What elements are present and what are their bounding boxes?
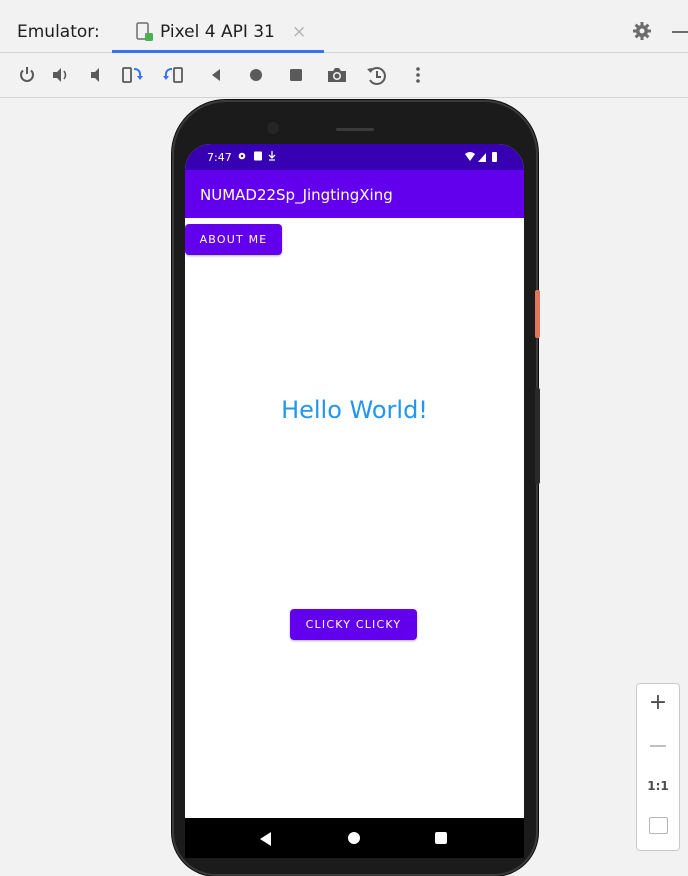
emulator-tab-bar: Emulator: Pixel 4 API 31 × [0,0,688,53]
front-camera [264,119,282,137]
status-bar: 7:47 [185,144,524,170]
zoom-out-button[interactable] [650,745,666,747]
clicky-clicky-button[interactable]: CLICKY CLICKY [290,609,417,640]
device-screen[interactable]: 7:47 NUMAD22Sp_JingtingXing ABOUT ME Hel… [185,144,524,818]
gear-icon[interactable] [632,21,652,45]
tab-title: Pixel 4 API 31 [160,22,275,42]
rotate-left-icon[interactable] [122,65,143,85]
more-icon[interactable] [408,65,428,85]
hello-world-text: Hello World! [281,396,428,424]
emulator-toolbar [0,53,688,98]
minimize-icon[interactable] [672,31,688,33]
back-icon[interactable] [207,65,227,85]
app-bar: NUMAD22Sp_JingtingXing [185,170,524,218]
status-time: 7:47 [207,151,232,164]
status-signal-battery-icons [464,151,500,166]
volume-up-icon[interactable] [51,65,71,85]
emulator-label: Emulator: [17,22,100,42]
overview-icon[interactable] [286,65,306,85]
nav-recents-icon[interactable] [435,832,447,844]
about-me-button[interactable]: ABOUT ME [185,224,282,255]
rotate-right-icon[interactable] [162,65,183,85]
status-notification-icons [237,150,289,165]
zoom-fit-icon[interactable] [649,817,668,834]
close-icon[interactable]: × [292,22,306,42]
earpiece-speaker [336,128,374,131]
app-title: NUMAD22Sp_JingtingXing [200,186,393,204]
zoom-controls: + 1:1 [636,683,680,851]
nav-back-icon[interactable] [260,831,272,850]
device-nav-bar [185,818,524,858]
volume-side-button[interactable] [535,388,540,484]
power-side-button[interactable] [535,290,540,338]
power-icon[interactable] [17,65,37,85]
tab-pixel-4-api-31[interactable]: Pixel 4 API 31 × [112,10,324,53]
zoom-in-button[interactable]: + [637,690,679,715]
zoom-actual-size-button[interactable]: 1:1 [637,779,679,793]
nav-home-icon[interactable] [348,832,360,844]
home-icon[interactable] [246,65,266,85]
device-icon [136,22,154,46]
volume-down-icon[interactable] [88,65,108,85]
snapshot-icon[interactable] [366,65,386,85]
screenshot-icon[interactable] [326,65,346,85]
